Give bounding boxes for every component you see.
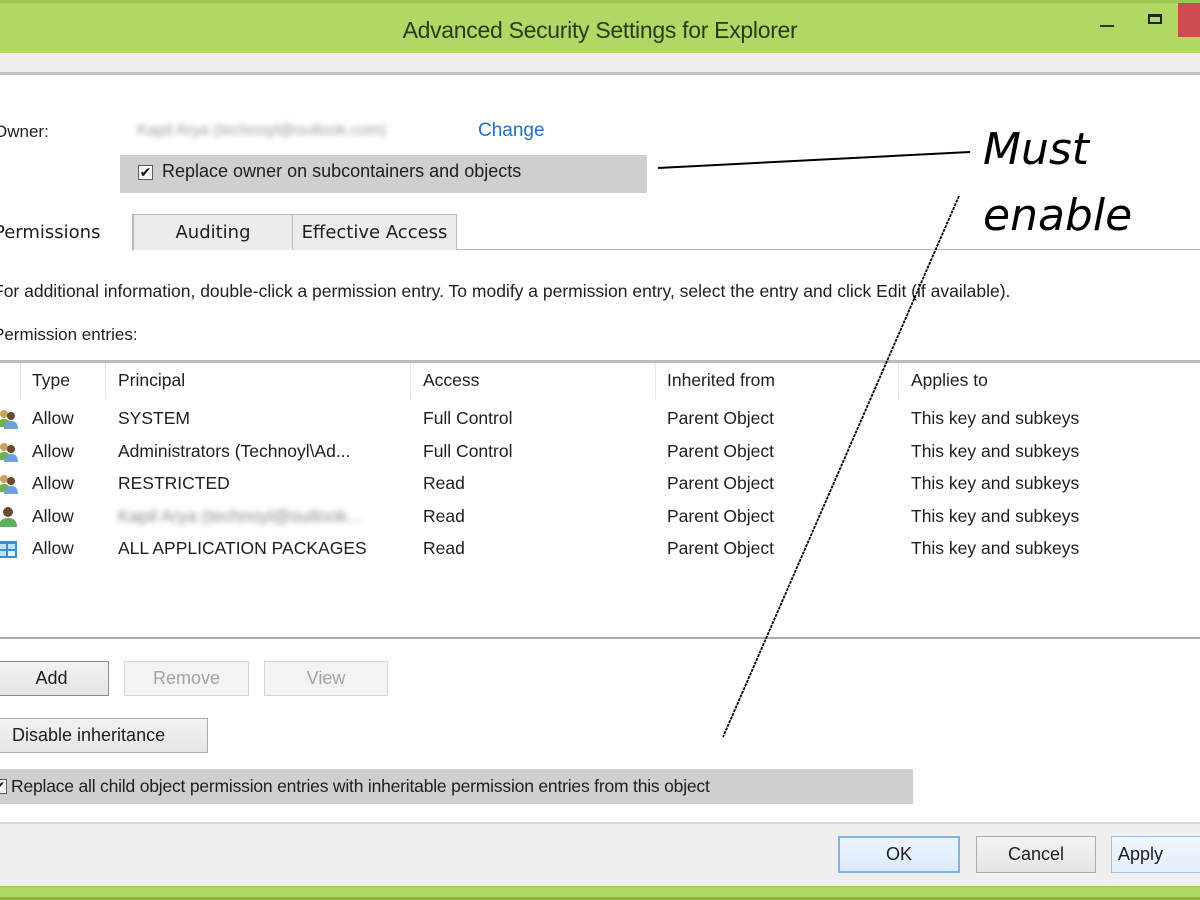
annotation-line-owner (657, 151, 971, 169)
annotation-must: Must (983, 124, 1090, 175)
annotation-enable: enable (983, 190, 1133, 241)
annotation-line-child (722, 195, 960, 738)
